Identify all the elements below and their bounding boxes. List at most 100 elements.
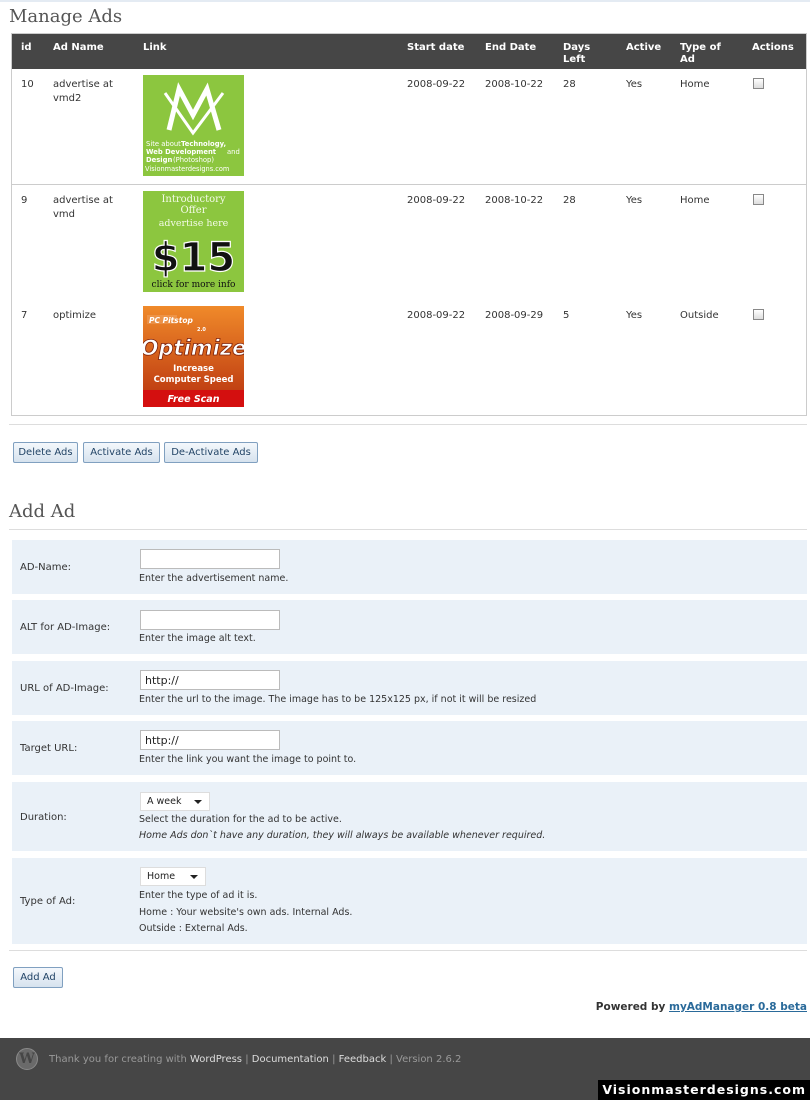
documentation-link[interactable]: Documentation (252, 1054, 329, 1065)
ad1-technology: Technology, (181, 140, 226, 148)
watermark: Visionmasterdesigns.com (598, 1080, 810, 1100)
col-id: id (21, 42, 32, 53)
form-row-alt: ALT for AD-Image: Enter the image alt te… (12, 600, 807, 654)
delete-ads-button[interactable]: Delete Ads (13, 442, 78, 463)
ad-name-input[interactable] (140, 549, 280, 569)
ad2-line1: Introductory (161, 194, 225, 205)
optimize-graphic: PC Pitstop 2.0 Optimize Increase Compute… (143, 306, 244, 407)
col-end-date: End Date (485, 42, 537, 53)
image-url-help: Enter the url to the image. The image ha… (139, 694, 537, 705)
form-row-target-url: Target URL: Enter the link you want the … (12, 721, 807, 775)
table-header: id Ad Name Link Start date End Date Days… (12, 34, 806, 69)
ad1-photoshop: (Photoshop) (173, 156, 214, 164)
ad3-brand: PC Pitstop (149, 316, 193, 325)
divider (9, 950, 807, 951)
footer-text: Thank you for creating with WordPress | … (49, 1054, 462, 1065)
col-days-left: Days Left (563, 42, 591, 65)
wordpress-logo-icon[interactable]: W (16, 1048, 38, 1070)
type-label: Type of Ad: (20, 896, 76, 907)
cell-id: 9 (21, 195, 28, 206)
col-active: Active (626, 42, 662, 53)
ad-image-vmd2[interactable]: Site about Technology, Web Development a… (143, 75, 244, 176)
ads-table: id Ad Name Link Start date End Date Days… (11, 33, 807, 416)
divider (9, 424, 807, 425)
form-row-image-url: URL of AD-Image: Enter the url to the im… (12, 661, 807, 715)
ad2-price: $15 (152, 235, 236, 281)
col-start-date: Start date (407, 42, 465, 53)
ad-name-help: Enter the advertisement name. (139, 573, 289, 584)
intro-offer-graphic: Introductory Offer advertise here $15 cl… (143, 191, 244, 292)
add-ad-heading: Add Ad (9, 501, 76, 522)
table-row: 9 advertise at vmd Introductory Offer ad… (12, 185, 806, 300)
cell-type: Home (680, 195, 710, 206)
activate-ads-button[interactable]: Activate Ads (83, 442, 160, 463)
cell-id: 10 (21, 79, 34, 90)
wordpress-link[interactable]: WordPress (190, 1054, 242, 1065)
row-select-checkbox[interactable] (753, 78, 764, 89)
row-select-checkbox[interactable] (753, 194, 764, 205)
col-ad-name: Ad Name (53, 42, 104, 53)
duration-label: Duration: (20, 812, 67, 823)
ad2-line2: Offer (180, 205, 206, 216)
form-row-ad-name: AD-Name: Enter the advertisement name. (12, 540, 807, 594)
ad3-sub2: Computer Speed (154, 375, 234, 385)
cell-start-date: 2008-09-22 (407, 195, 466, 206)
cell-start-date: 2008-09-22 (407, 79, 466, 90)
type-select[interactable]: Home (140, 867, 206, 886)
ad3-cta: Free Scan (168, 394, 220, 405)
alt-help: Enter the image alt text. (139, 633, 256, 644)
col-link: Link (143, 42, 167, 53)
chevron-down-icon (190, 875, 198, 879)
cell-days-left: 5 (563, 310, 570, 321)
col-actions: Actions (752, 42, 794, 53)
add-ad-button[interactable]: Add Ad (13, 967, 63, 988)
top-border (0, 0, 810, 2)
ad1-and: and (227, 148, 240, 156)
target-url-input[interactable] (140, 730, 280, 750)
ad-image-optimize[interactable]: PC Pitstop 2.0 Optimize Increase Compute… (143, 306, 244, 407)
cell-ad-name: advertise at vmd2 (53, 79, 113, 104)
type-help: Enter the type of ad it is. (139, 890, 258, 901)
cell-type: Outside (680, 310, 719, 321)
cell-end-date: 2008-10-22 (485, 195, 544, 206)
cell-days-left: 28 (563, 79, 576, 90)
cell-days-left: 28 (563, 195, 576, 206)
feedback-link[interactable]: Feedback (339, 1054, 387, 1065)
myadmanager-link[interactable]: myAdManager 0.8 beta (669, 1001, 807, 1013)
alt-input[interactable] (140, 610, 280, 630)
ad-name-label: AD-Name: (20, 562, 72, 573)
divider (9, 529, 807, 530)
cell-active: Yes (626, 310, 643, 321)
duration-select[interactable]: A week (140, 792, 210, 811)
cell-ad-name: advertise at vmd (53, 195, 113, 220)
image-url-input[interactable] (140, 670, 280, 690)
target-url-label: Target URL: (20, 743, 78, 754)
form-row-duration: Duration: A week Select the duration for… (12, 782, 807, 851)
image-url-label: URL of AD-Image: (20, 683, 109, 694)
ad3-sub1: Increase (173, 364, 214, 374)
manage-ads-heading: Manage Ads (9, 6, 123, 27)
row-select-checkbox[interactable] (753, 309, 764, 320)
target-url-help: Enter the link you want the image to poi… (139, 754, 357, 765)
deactivate-ads-button[interactable]: De-Activate Ads (164, 442, 258, 463)
chevron-down-icon (194, 800, 202, 804)
ad1-design: Design (146, 156, 172, 164)
cell-start-date: 2008-09-22 (407, 310, 466, 321)
ad-image-vmd[interactable]: Introductory Offer advertise here $15 cl… (143, 191, 244, 292)
cell-ad-name: optimize (53, 310, 97, 321)
ad1-web-dev: Web Development (146, 148, 217, 156)
cell-active: Yes (626, 79, 643, 90)
type-help-home: Home : Your website's own ads. Internal … (139, 907, 353, 918)
type-help-outside: Outside : External Ads. (139, 923, 248, 934)
cell-type: Home (680, 79, 710, 90)
ad1-domain: Visionmasterdesigns.com (145, 165, 229, 173)
ad3-headline: Optimize (143, 336, 244, 360)
form-row-type: Type of Ad: Home Enter the type of ad it… (12, 858, 807, 944)
cell-id: 7 (21, 310, 28, 321)
ad2-line3: advertise here (159, 218, 229, 229)
duration-note: Home Ads don`t have any duration, they w… (139, 830, 546, 841)
cell-active: Yes (626, 195, 643, 206)
powered-by: Powered by myAdManager 0.8 beta (595, 1001, 807, 1013)
table-row: 10 advertise at vmd2 Site about Technolo… (12, 69, 806, 185)
ad3-version: 2.0 (197, 327, 206, 333)
